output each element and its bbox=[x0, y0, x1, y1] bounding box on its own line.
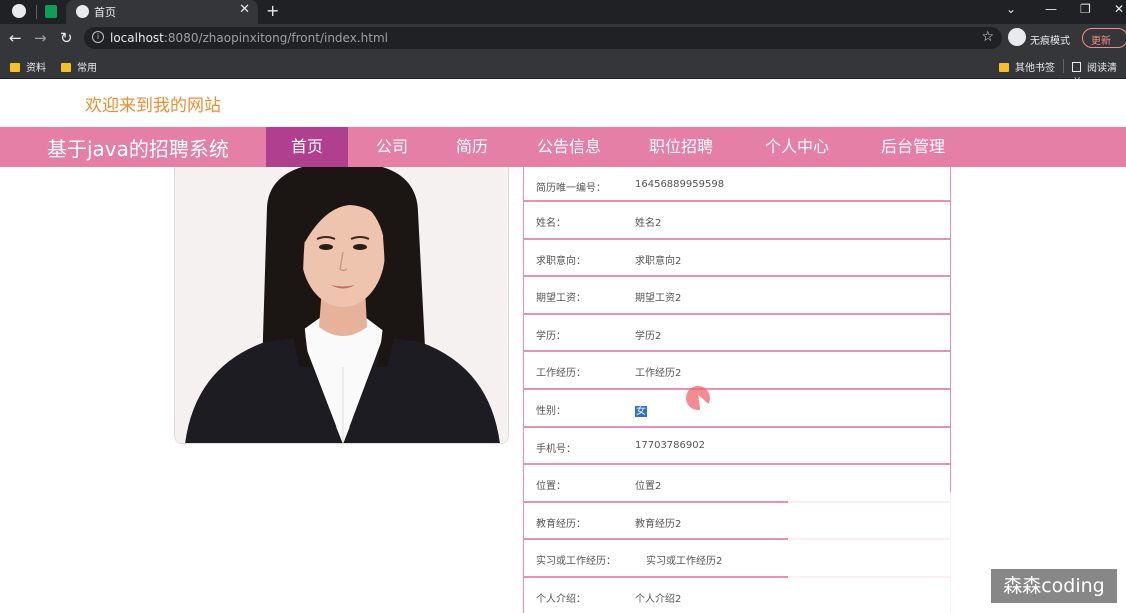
field-label: 手机号： bbox=[536, 443, 576, 455]
active-tab[interactable]: 首页 ✕ bbox=[66, 0, 258, 24]
field-label: 姓名： bbox=[536, 218, 566, 229]
nav-admin[interactable]: 后台管理 bbox=[868, 127, 958, 167]
close-icon[interactable]: ✕ bbox=[239, 2, 250, 17]
table-row: 性别： 女 bbox=[523, 389, 951, 428]
incognito-icon[interactable] bbox=[1008, 28, 1026, 46]
field-label: 位置： bbox=[536, 481, 566, 493]
field-label: 个人介绍： bbox=[536, 593, 586, 605]
site-brand[interactable]: 基于java的招聘系统 bbox=[47, 133, 229, 162]
field-value: 学历2 bbox=[635, 330, 662, 342]
back-icon[interactable]: ← bbox=[9, 29, 22, 47]
welcome-text: 欢迎来到我的网站 bbox=[85, 96, 221, 116]
tab-title: 首页 bbox=[94, 6, 116, 19]
other-bookmarks[interactable]: 其他书签 bbox=[999, 59, 1055, 74]
nav-home[interactable]: 首页 bbox=[266, 127, 348, 167]
nav-company[interactable]: 公司 bbox=[360, 127, 424, 167]
field-value: 17703786902 bbox=[635, 439, 705, 451]
forward-icon[interactable]: → bbox=[34, 29, 47, 47]
field-label: 工作经历： bbox=[536, 368, 586, 380]
chevron-down-icon[interactable]: ⌄ bbox=[1006, 2, 1016, 16]
field-value: 期望工资2 bbox=[635, 293, 682, 305]
globe-icon[interactable] bbox=[12, 4, 26, 18]
nav-jobs[interactable]: 职位招聘 bbox=[636, 127, 726, 167]
table-row: 工作经历： 工作经历2 bbox=[523, 352, 951, 390]
nav-resume[interactable]: 简历 bbox=[440, 127, 504, 167]
bookmarks-bar: 资料 常用 其他书签 阅读清单 bbox=[0, 53, 1126, 89]
selected-text[interactable]: 女 bbox=[635, 405, 647, 417]
bookmark-divider bbox=[1063, 59, 1064, 73]
table-row: 简历唯一编号： 16456889959598 bbox=[523, 167, 951, 202]
field-value: 姓名2 bbox=[635, 218, 662, 229]
restore-icon[interactable]: ❐ bbox=[1080, 2, 1091, 16]
field-value: 个人介绍2 bbox=[635, 593, 682, 605]
field-label: 教育经历： bbox=[536, 518, 586, 530]
field-label: 求职意向： bbox=[536, 255, 586, 267]
minimize-icon[interactable]: — bbox=[1045, 2, 1057, 16]
nav-announcements[interactable]: 公告信息 bbox=[524, 127, 614, 167]
folder-icon bbox=[10, 63, 20, 72]
field-value: 求职意向2 bbox=[635, 255, 682, 267]
close-window-icon[interactable]: ✕ bbox=[1114, 2, 1124, 16]
field-value: 16456889959598 bbox=[635, 179, 725, 190]
field-value: 工作经历2 bbox=[635, 368, 682, 380]
browser-toolbar: ← → ↻ i localhost:8080/zhaopinxitong/fro… bbox=[0, 24, 1126, 53]
address-bar[interactable]: i localhost:8080/zhaopinxitong/front/ind… bbox=[84, 27, 1002, 49]
field-label: 性别： bbox=[536, 405, 566, 417]
new-tab-icon[interactable]: + bbox=[266, 1, 279, 20]
field-value[interactable]: 女 bbox=[635, 402, 647, 417]
nav-profile[interactable]: 个人中心 bbox=[752, 127, 842, 167]
table-row: 学历： 学历2 bbox=[523, 314, 951, 353]
field-value: 位置2 bbox=[635, 481, 662, 493]
bookmark-star-icon[interactable]: ☆ bbox=[981, 29, 994, 45]
table-row: 手机号： 17703786902 bbox=[523, 427, 951, 466]
url-text[interactable]: localhost:8080/zhaopinxitong/front/index… bbox=[110, 31, 388, 45]
portrait-image bbox=[175, 167, 508, 443]
video-watermark: 森森coding bbox=[991, 569, 1117, 603]
field-label: 实习或工作经历： bbox=[536, 556, 616, 568]
field-label: 学历： bbox=[536, 330, 566, 342]
field-value: 教育经历2 bbox=[635, 518, 682, 530]
bookmark-folder[interactable]: 常用 bbox=[61, 59, 97, 74]
info-icon[interactable]: i bbox=[92, 31, 104, 43]
bookmark-folder[interactable]: 资料 bbox=[10, 59, 46, 74]
field-value: 实习或工作经历2 bbox=[646, 556, 723, 568]
folder-icon bbox=[999, 63, 1009, 72]
table-row: 求职意向： 求职意向2 bbox=[523, 239, 951, 278]
globe-icon bbox=[76, 5, 89, 18]
resume-photo bbox=[174, 167, 509, 444]
field-label: 简历唯一编号： bbox=[536, 183, 606, 194]
sheet-tab-icon[interactable] bbox=[45, 5, 57, 18]
update-button[interactable]: 更新 bbox=[1082, 28, 1126, 48]
tab-divider bbox=[36, 5, 37, 19]
reading-list-icon bbox=[1072, 62, 1081, 72]
field-label: 期望工资： bbox=[536, 293, 586, 305]
table-row: 姓名： 姓名2 bbox=[523, 202, 951, 240]
main-navbar: 基于java的招聘系统 首页 公司 简历 公告信息 职位招聘 个人中心 后台管理 bbox=[0, 127, 1126, 167]
table-row: 期望工资： 期望工资2 bbox=[523, 277, 951, 315]
folder-icon bbox=[61, 63, 71, 72]
browser-tab-bar: 首页 ✕ + ⌄ — ❐ ✕ bbox=[0, 0, 1126, 24]
reload-icon[interactable]: ↻ bbox=[60, 29, 73, 47]
incognito-label[interactable]: 无痕模式 bbox=[1030, 32, 1070, 47]
